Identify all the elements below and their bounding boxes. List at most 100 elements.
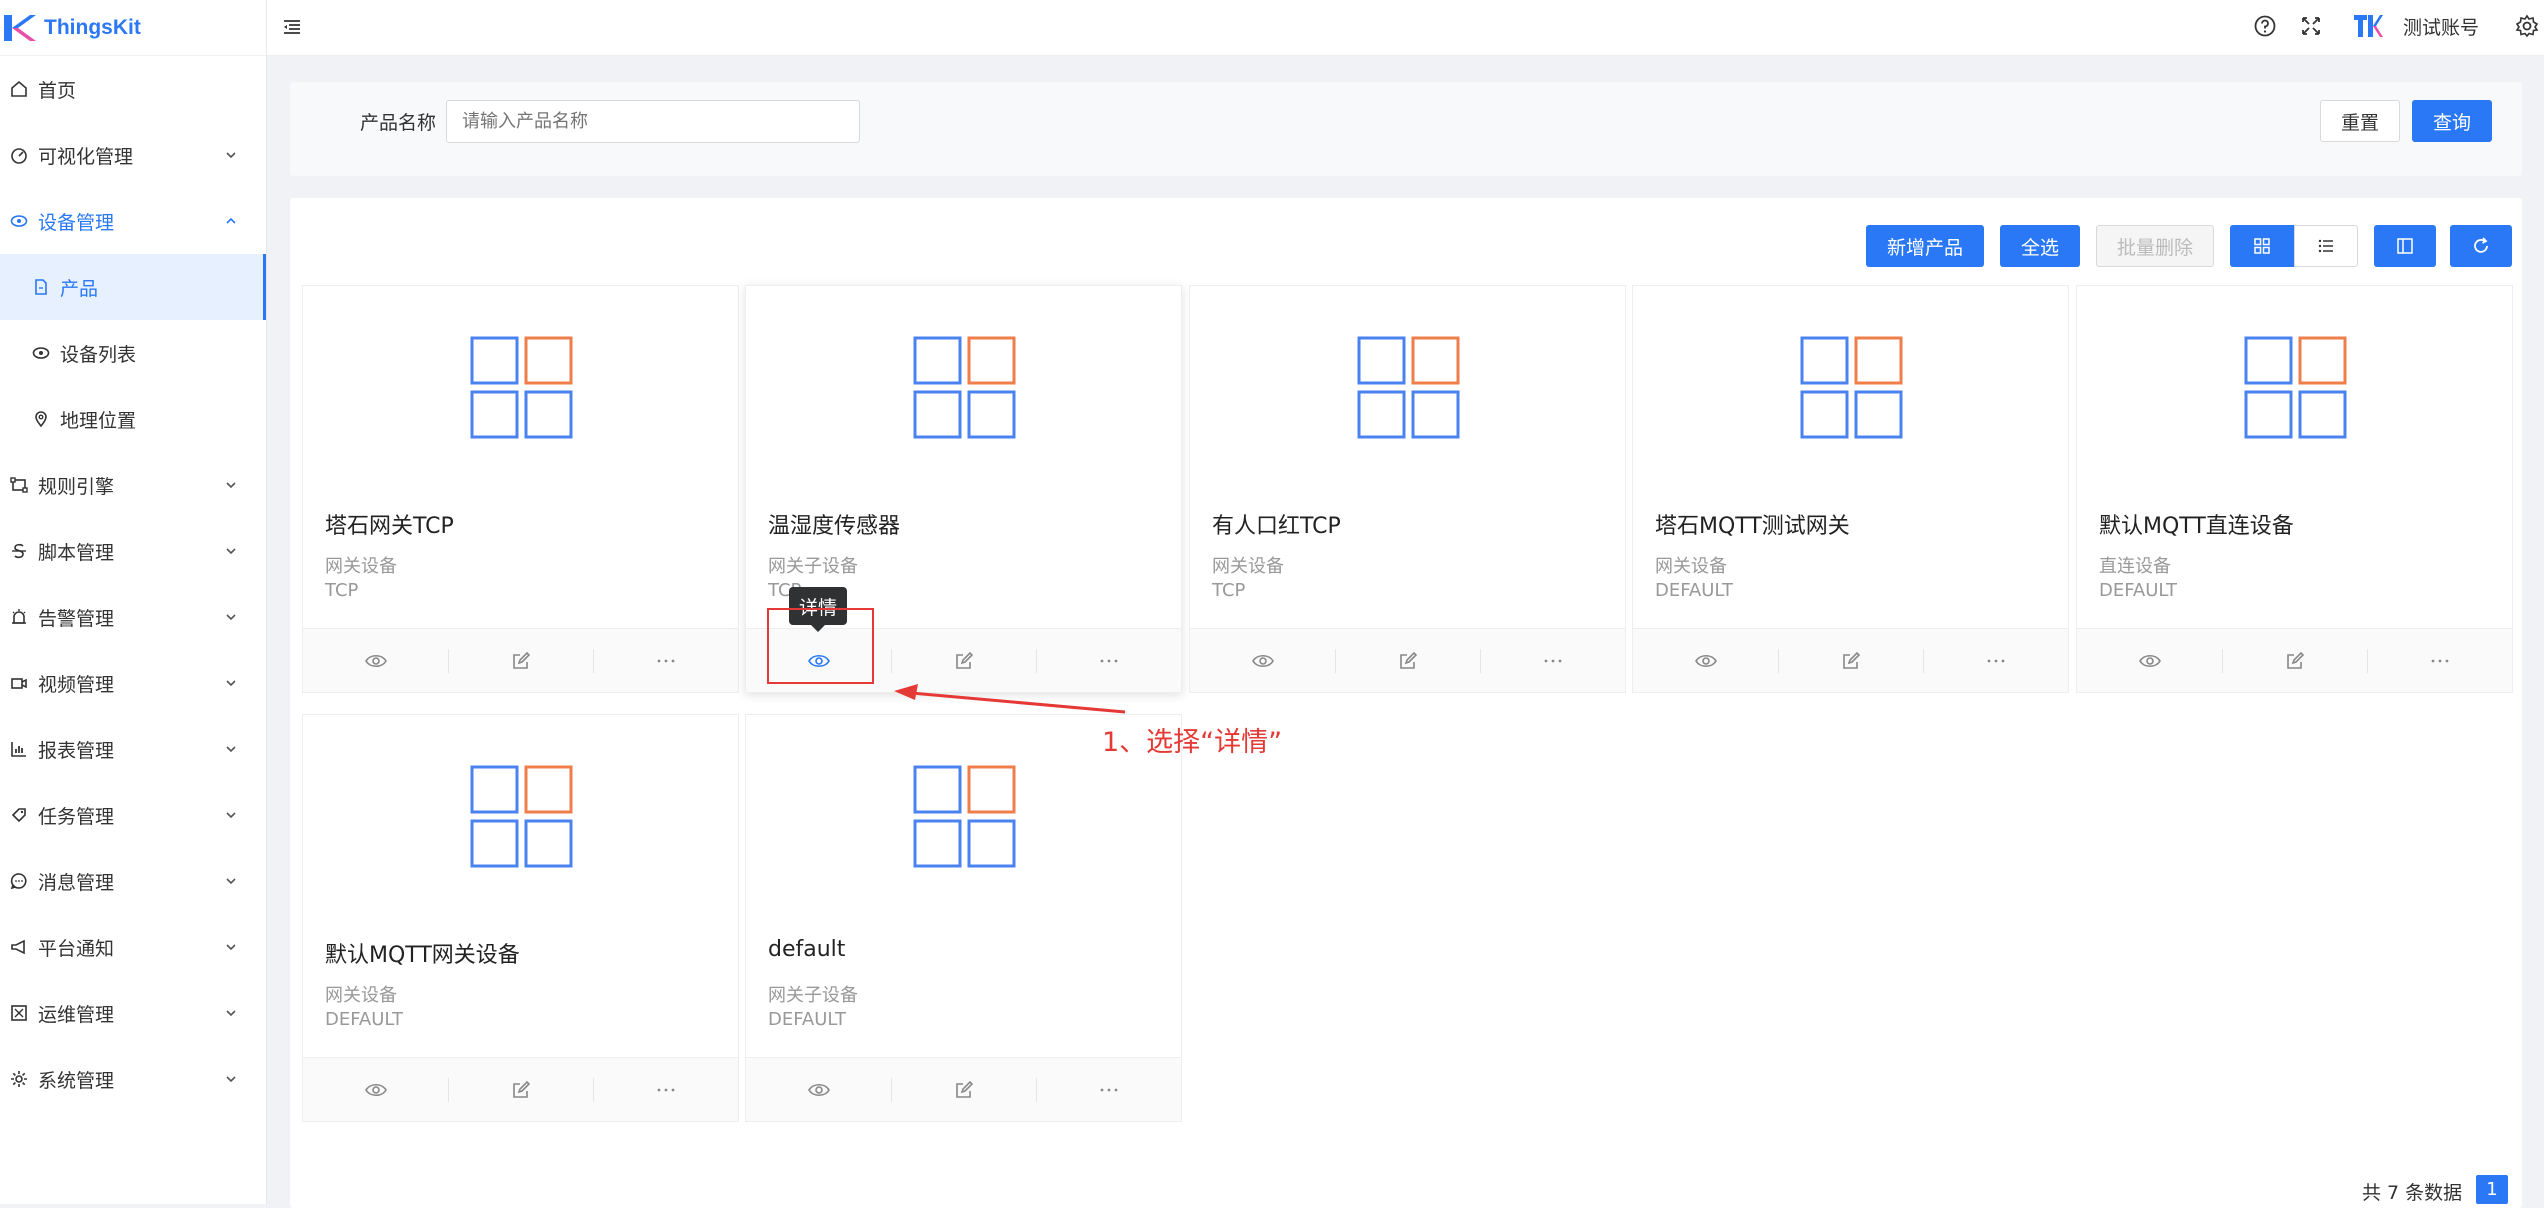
task-icon [8,804,30,826]
eye-icon [807,1083,830,1096]
device-icon [8,210,30,232]
edit-icon [1399,651,1417,669]
sidebar-item-system[interactable]: 系统管理 [0,1046,266,1112]
view-details-button[interactable] [1633,629,1778,692]
transport-protocol: DEFAULT [325,1009,403,1030]
reset-button[interactable]: 重置 [2320,100,2400,142]
sidebar-item-label: 视频管理 [38,673,115,696]
logo[interactable]: ThingsKit [0,0,266,56]
eye-icon [364,654,387,667]
product-card[interactable]: 默认MQTT网关设备 网关设备 DEFAULT [302,714,739,1122]
product-card[interactable]: 塔石MQTT测试网关 网关设备 DEFAULT [1632,285,2069,693]
help-icon[interactable] [2253,14,2277,38]
device-type: 网关子设备 [768,556,858,577]
sidebar-item-label: 报表管理 [38,739,115,762]
product-card[interactable]: 有人口红TCP 网关设备 TCP [1189,285,1626,693]
edit-icon [955,1080,973,1098]
edit-icon [955,651,973,669]
product-name-search-input[interactable] [446,100,860,143]
settings-gear-icon[interactable] [2515,14,2539,38]
edit-button[interactable] [448,629,593,692]
sidebar-item-report[interactable]: 报表管理 [0,716,266,782]
product-grid-icon [470,765,573,868]
more-button[interactable] [593,1058,738,1121]
query-button[interactable]: 查询 [2412,100,2492,142]
sidebar-item-visualization[interactable]: 可视化管理 [0,122,266,188]
menu-fold-icon[interactable] [281,16,303,38]
product-name: 有人口红TCP [1212,514,1341,539]
list-view-icon [2318,239,2333,253]
view-details-button[interactable] [303,629,448,692]
more-button[interactable] [2367,629,2512,692]
refresh-button[interactable] [2450,225,2512,267]
product-name: 默认MQTT网关设备 [325,943,520,968]
view-details-button[interactable] [2077,629,2222,692]
more-button[interactable] [593,629,738,692]
batch-delete-button[interactable]: 批量删除 [2096,225,2214,267]
transport-protocol: DEFAULT [1655,580,1733,601]
chevron-down-icon [226,746,236,753]
sidebar-item-label: 运维管理 [38,1003,115,1026]
product-name: 塔石MQTT测试网关 [1655,514,1850,539]
edit-icon [512,1080,530,1098]
message-icon [8,870,30,892]
sidebar-item-message[interactable]: 消息管理 [0,848,266,914]
sidebar-item-label: 告警管理 [38,607,115,630]
edit-button[interactable] [1335,629,1480,692]
card-actions [1633,628,2068,692]
sidebar-item-label: 首页 [38,79,77,102]
view-details-button[interactable] [303,1058,448,1121]
sidebar-item-script[interactable]: 脚本管理 [0,518,266,584]
chevron-down-icon [226,614,236,621]
more-icon [2431,659,2448,662]
more-icon [657,659,674,662]
list-view-button[interactable] [2294,225,2358,267]
chevron-down-icon [226,812,236,819]
fullscreen-icon[interactable] [2299,14,2323,38]
product-name: 塔石网关TCP [325,514,454,539]
product-card[interactable]: 塔石网关TCP 网关设备 TCP [302,285,739,693]
eye-icon [2138,654,2161,667]
sidebar-item-label: 脚本管理 [38,541,115,564]
card-view-button[interactable] [2230,225,2294,267]
more-button[interactable] [1923,629,2068,692]
device-type: 直连设备 [2099,556,2171,577]
script-icon [8,540,30,562]
sidebar-item-home[interactable]: 首页 [0,56,266,122]
edit-button[interactable] [1778,629,1923,692]
product-grid-icon [913,336,1016,439]
view-details-button[interactable] [1190,629,1335,692]
account-name[interactable]: 测试账号 [2403,13,2479,40]
more-button[interactable] [1036,1058,1181,1121]
sidebar-item-device-management[interactable]: 设备管理 [0,188,266,254]
sidebar-item-location[interactable]: 地理位置 [0,386,266,452]
avatar[interactable] [2353,13,2383,39]
pagination-page-1[interactable]: 1 [2476,1175,2508,1204]
add-product-button[interactable]: 新增产品 [1866,225,1984,267]
more-button[interactable] [1480,629,1625,692]
edit-button[interactable] [448,1058,593,1121]
sidebar-item-device-list[interactable]: 设备列表 [0,320,266,386]
eye-icon [364,1083,387,1096]
video-icon [8,672,30,694]
view-details-button[interactable] [746,1058,891,1121]
column-setting-button[interactable] [2374,225,2436,267]
sidebar-item-rule-engine[interactable]: 规则引擎 [0,452,266,518]
sidebar-item-alarm[interactable]: 告警管理 [0,584,266,650]
product-card[interactable]: 默认MQTT直连设备 直连设备 DEFAULT [2076,285,2513,693]
sidebar-item-product[interactable]: 产品 [0,254,266,320]
edit-button[interactable] [2222,629,2367,692]
sidebar-item-task[interactable]: 任务管理 [0,782,266,848]
sidebar-item-ops[interactable]: 运维管理 [0,980,266,1046]
location-icon [30,408,52,430]
sidebar-item-video[interactable]: 视频管理 [0,650,266,716]
sidebar-item-label: 系统管理 [38,1069,115,1092]
chevron-down-icon [226,548,236,555]
select-all-button[interactable]: 全选 [2000,225,2080,267]
product-card[interactable]: default 网关子设备 DEFAULT [745,714,1182,1122]
notice-icon [8,936,30,958]
edit-button[interactable] [891,1058,1036,1121]
chevron-down-icon [226,878,236,885]
report-icon [8,738,30,760]
sidebar-item-notice[interactable]: 平台通知 [0,914,266,980]
